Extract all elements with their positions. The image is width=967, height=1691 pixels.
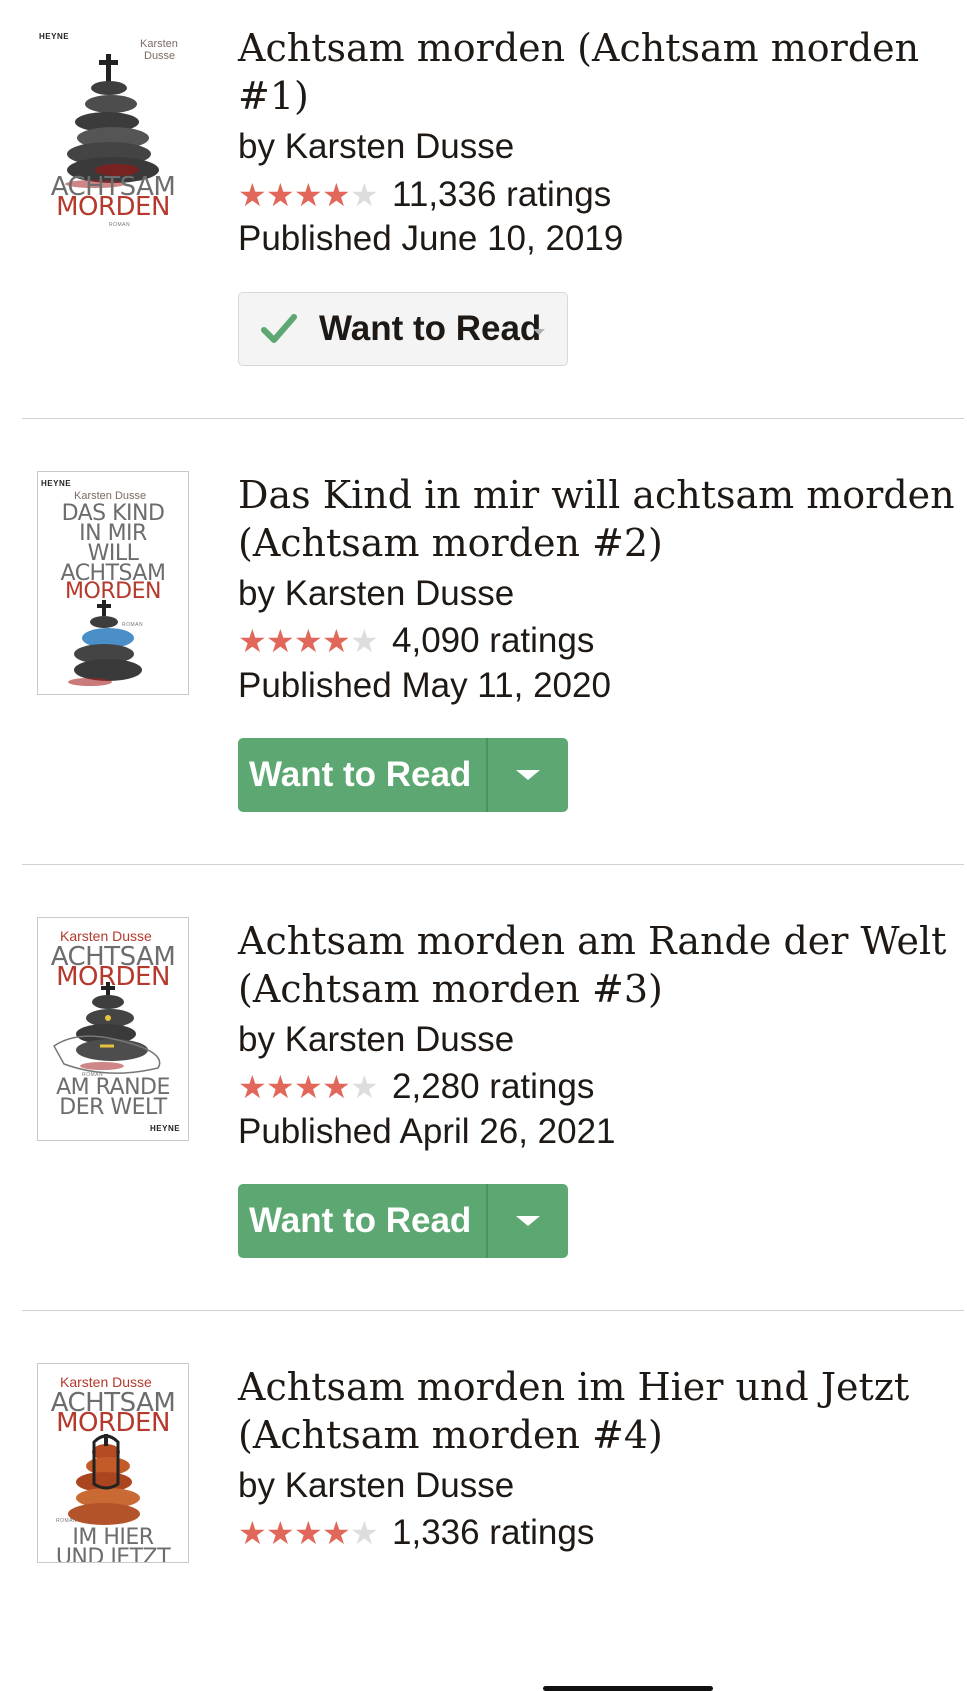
star-icon: ★ <box>238 1515 267 1551</box>
rating-line: ★ ★ ★ ★ ★ 11,336 ratings <box>238 174 611 216</box>
star-icon: ★ <box>238 177 267 213</box>
want-to-read-button[interactable]: Want to Read <box>238 1184 568 1258</box>
star-icon: ★ <box>294 623 323 659</box>
cover-publisher: HEYNE <box>39 32 70 41</box>
cover-author: Karsten <box>140 38 178 50</box>
star-rating: ★ ★ ★ ★ ★ <box>238 177 379 213</box>
published-date: Published April 26, 2021 <box>238 1112 616 1151</box>
cover-genre: ROMAN <box>56 1518 78 1524</box>
book-row: HEYNE Karsten Dusse ACHTSAM MORDEN ROMAN… <box>22 0 964 418</box>
star-rating: ★ ★ ★ ★ ★ <box>238 1515 379 1551</box>
cover-author: Dusse <box>144 50 176 62</box>
cover-title-line: UND JETZT <box>55 1545 171 1563</box>
ratings-count: 4,090 ratings <box>392 621 595 660</box>
star-icon: ★ <box>322 1515 351 1551</box>
book-row: Karsten Dusse ACHTSAM MORDEN ROMAN IM HI… <box>22 1311 964 1691</box>
shelf-dropdown-button[interactable] <box>488 1184 568 1258</box>
star-rating: ★ ★ ★ ★ ★ <box>238 1069 379 1105</box>
want-to-read-label[interactable]: Want to Read <box>238 738 488 812</box>
want-to-read-shelved-button[interactable]: Want to Read <box>238 292 568 366</box>
star-icon: ★ <box>294 177 323 213</box>
home-indicator[interactable] <box>543 1686 713 1691</box>
star-rating: ★ ★ ★ ★ ★ <box>238 623 379 659</box>
rating-line: ★ ★ ★ ★ ★ 1,336 ratings <box>238 1512 594 1554</box>
ratings-count: 2,280 ratings <box>392 1067 595 1106</box>
rating-line: ★ ★ ★ ★ ★ 4,090 ratings <box>238 620 594 662</box>
ratings-count: 11,336 ratings <box>392 175 612 214</box>
cover-title-line: MORDEN <box>56 1408 170 1438</box>
book-title[interactable]: Achtsam morden am Rande der Welt (Achtsa… <box>238 917 967 1013</box>
star-empty-icon: ★ <box>350 1069 379 1105</box>
star-icon: ★ <box>238 1069 267 1105</box>
shelf-label: Want to Read <box>319 309 542 348</box>
book-cover[interactable]: HEYNE Karsten Dusse DAS KIND IN MIR WILL… <box>37 471 189 695</box>
book-cover[interactable]: Karsten Dusse ACHTSAM MORDEN ROMAN IM HI… <box>37 1363 189 1563</box>
book-author[interactable]: by Karsten Dusse <box>238 573 514 615</box>
ratings-count: 1,336 ratings <box>392 1513 595 1552</box>
star-icon: ★ <box>266 623 295 659</box>
book-author[interactable]: by Karsten Dusse <box>238 126 514 168</box>
star-icon: ★ <box>322 177 351 213</box>
book-row: Karsten Dusse ACHTSAM MORDEN ROMAN AM RA… <box>22 865 964 1311</box>
star-icon: ★ <box>238 623 267 659</box>
shelf-dropdown-button[interactable] <box>488 738 568 812</box>
caret-down-icon <box>516 770 540 780</box>
star-icon: ★ <box>322 623 351 659</box>
book-title[interactable]: Das Kind in mir will achtsam morden (Ach… <box>238 471 967 567</box>
caret-down-icon <box>516 1216 540 1226</box>
star-icon: ★ <box>266 177 295 213</box>
book-title[interactable]: Achtsam morden (Achtsam morden #1) <box>238 24 967 120</box>
book-cover[interactable]: Karsten Dusse ACHTSAM MORDEN ROMAN AM RA… <box>37 917 189 1141</box>
cover-title-line: MORDEN <box>65 579 161 604</box>
book-author[interactable]: by Karsten Dusse <box>238 1465 514 1507</box>
cover-title-line: MORDEN <box>56 192 170 222</box>
published-date: Published May 11, 2020 <box>238 666 611 705</box>
star-empty-icon: ★ <box>350 1515 379 1551</box>
cover-title-line: MORDEN <box>56 962 170 992</box>
cover-title-line: DER WELT <box>59 1095 167 1120</box>
cover-publisher: HEYNE <box>41 479 72 488</box>
star-empty-icon: ★ <box>350 177 379 213</box>
book-row: HEYNE Karsten Dusse DAS KIND IN MIR WILL… <box>22 419 964 865</box>
book-author[interactable]: by Karsten Dusse <box>238 1019 514 1061</box>
star-icon: ★ <box>266 1069 295 1105</box>
checkmark-icon <box>261 314 297 343</box>
rating-line: ★ ★ ★ ★ ★ 2,280 ratings <box>238 1066 594 1108</box>
star-empty-icon: ★ <box>350 623 379 659</box>
want-to-read-button[interactable]: Want to Read <box>238 738 568 812</box>
book-title[interactable]: Achtsam morden im Hier und Jetzt (Achtsa… <box>238 1363 967 1459</box>
published-date: Published June 10, 2019 <box>238 219 624 258</box>
cover-genre: ROMAN <box>109 222 131 228</box>
cover-publisher: HEYNE <box>150 1124 181 1133</box>
star-icon: ★ <box>294 1069 323 1105</box>
star-icon: ★ <box>322 1069 351 1105</box>
want-to-read-label[interactable]: Want to Read <box>238 1184 488 1258</box>
cover-genre: ROMAN <box>122 622 144 628</box>
caret-down-icon <box>533 329 545 335</box>
star-icon: ★ <box>266 1515 295 1551</box>
book-cover[interactable]: HEYNE Karsten Dusse ACHTSAM MORDEN ROMAN <box>37 24 189 244</box>
star-icon: ★ <box>294 1515 323 1551</box>
